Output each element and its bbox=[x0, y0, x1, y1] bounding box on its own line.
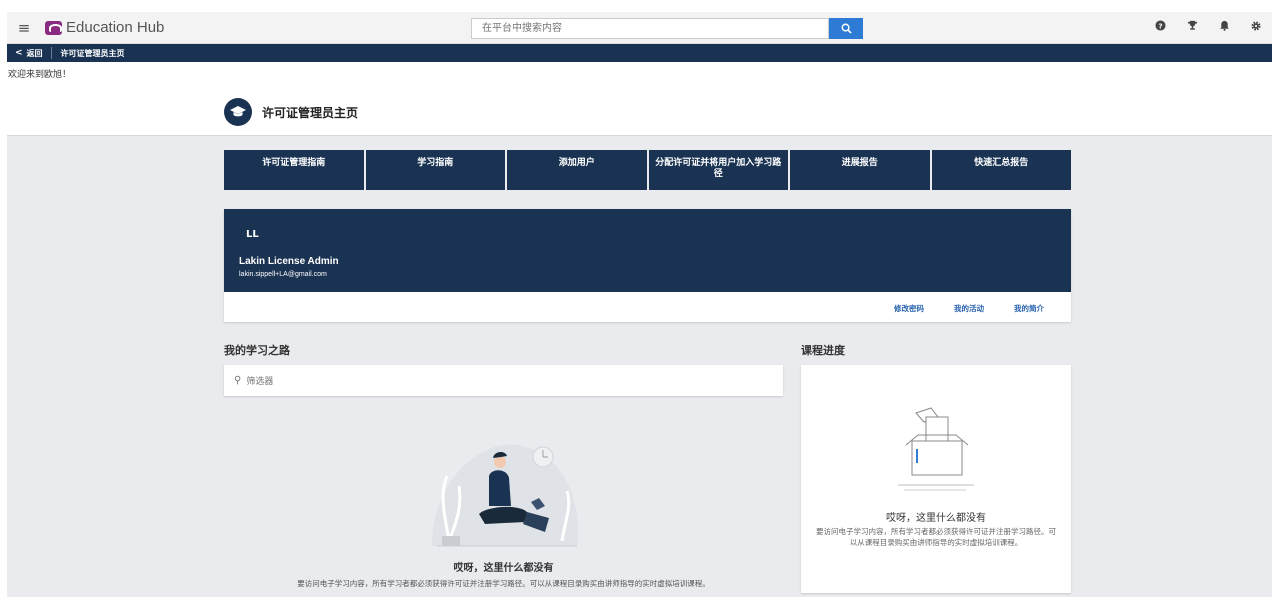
app-logo[interactable]: Education Hub bbox=[45, 19, 164, 36]
breadcrumb-bar: < 返回 许可证管理员主页 bbox=[7, 44, 1272, 62]
tile-add-user[interactable]: 添加用户 bbox=[507, 150, 647, 190]
tile-license-guide[interactable]: 许可证管理指南 bbox=[224, 150, 364, 190]
back-button[interactable]: < 返回 bbox=[7, 47, 52, 59]
search-input[interactable] bbox=[471, 18, 829, 39]
tile-assign-license[interactable]: 分配许可证并将用户加入学习路径 bbox=[648, 150, 788, 190]
graduation-cap-icon bbox=[224, 98, 252, 126]
search-button[interactable] bbox=[829, 18, 863, 39]
empty-progress-title: 哎呀，这里什么都没有 bbox=[886, 513, 986, 524]
main-content: 许可证管理指南 学习指南 添加用户 分配许可证并将用户加入学习路径 进展报告 快… bbox=[7, 136, 1272, 597]
my-profile-link[interactable]: 我的简介 bbox=[1014, 303, 1044, 314]
avatar: LL bbox=[246, 229, 259, 240]
welcome-text: 欢迎来到欧旭！ bbox=[8, 70, 72, 80]
empty-learning-title: 哎呀，这里什么都没有 bbox=[453, 563, 554, 574]
breadcrumb: 许可证管理员主页 bbox=[60, 48, 125, 58]
logo-icon bbox=[45, 20, 62, 35]
header-icons: ? bbox=[1144, 20, 1272, 35]
profile-header: LL Lakin License Admin lakin.sippell+LA@… bbox=[224, 209, 1071, 292]
filter-icon: ⚲ bbox=[234, 375, 242, 386]
empty-progress-desc: 要访问电子学习内容，所有学习者都必须获得许可证并注册学习路径。可以从课程目录购买… bbox=[816, 527, 1056, 547]
app-name: Education Hub bbox=[66, 19, 165, 36]
action-tiles: 许可证管理指南 学习指南 添加用户 分配许可证并将用户加入学习路径 进展报告 快… bbox=[224, 150, 1071, 190]
search-bar bbox=[471, 18, 863, 39]
menu-icon[interactable]: ≡ bbox=[11, 19, 37, 37]
filter-button[interactable]: ⚲ 筛选器 bbox=[224, 365, 783, 396]
empty-box-icon bbox=[898, 407, 974, 491]
profile-links: 修改密码 我的活动 我的简介 bbox=[894, 303, 1044, 314]
back-label: 返回 bbox=[26, 48, 43, 58]
learning-path-title: 我的学习之路 bbox=[224, 344, 290, 357]
page-header: 许可证管理员主页 bbox=[7, 82, 1272, 136]
help-icon[interactable]: ? bbox=[1144, 20, 1176, 35]
chevron-left-icon: < bbox=[15, 48, 23, 58]
my-activity-link[interactable]: 我的活动 bbox=[954, 303, 984, 314]
empty-learning-illustration bbox=[432, 444, 578, 547]
page-title: 许可证管理员主页 bbox=[262, 106, 359, 120]
change-password-link[interactable]: 修改密码 bbox=[894, 303, 924, 314]
tile-summary-report[interactable]: 快速汇总报告 bbox=[931, 150, 1071, 190]
trophy-icon[interactable] bbox=[1176, 20, 1208, 35]
tile-progress-report[interactable]: 进展报告 bbox=[790, 150, 930, 190]
course-progress-card: 哎呀，这里什么都没有 要访问电子学习内容，所有学习者都必须获得许可证并注册学习路… bbox=[801, 365, 1071, 593]
search-icon bbox=[841, 23, 852, 34]
bell-icon[interactable] bbox=[1208, 20, 1240, 35]
svg-text:?: ? bbox=[1158, 21, 1162, 30]
tile-learning-guide[interactable]: 学习指南 bbox=[365, 150, 505, 190]
top-header: ≡ Education Hub ? bbox=[7, 12, 1272, 44]
filter-label: 筛选器 bbox=[246, 377, 274, 387]
profile-name: Lakin License Admin bbox=[239, 256, 339, 267]
course-progress-title: 课程进度 bbox=[801, 344, 845, 357]
profile-email: lakin.sippell+LA@gmail.com bbox=[239, 271, 327, 278]
settings-icon[interactable] bbox=[1240, 20, 1272, 35]
empty-learning-desc: 要访问电子学习内容，所有学习者都必须获得许可证并注册学习路径。可以从课程目录购买… bbox=[297, 579, 710, 588]
